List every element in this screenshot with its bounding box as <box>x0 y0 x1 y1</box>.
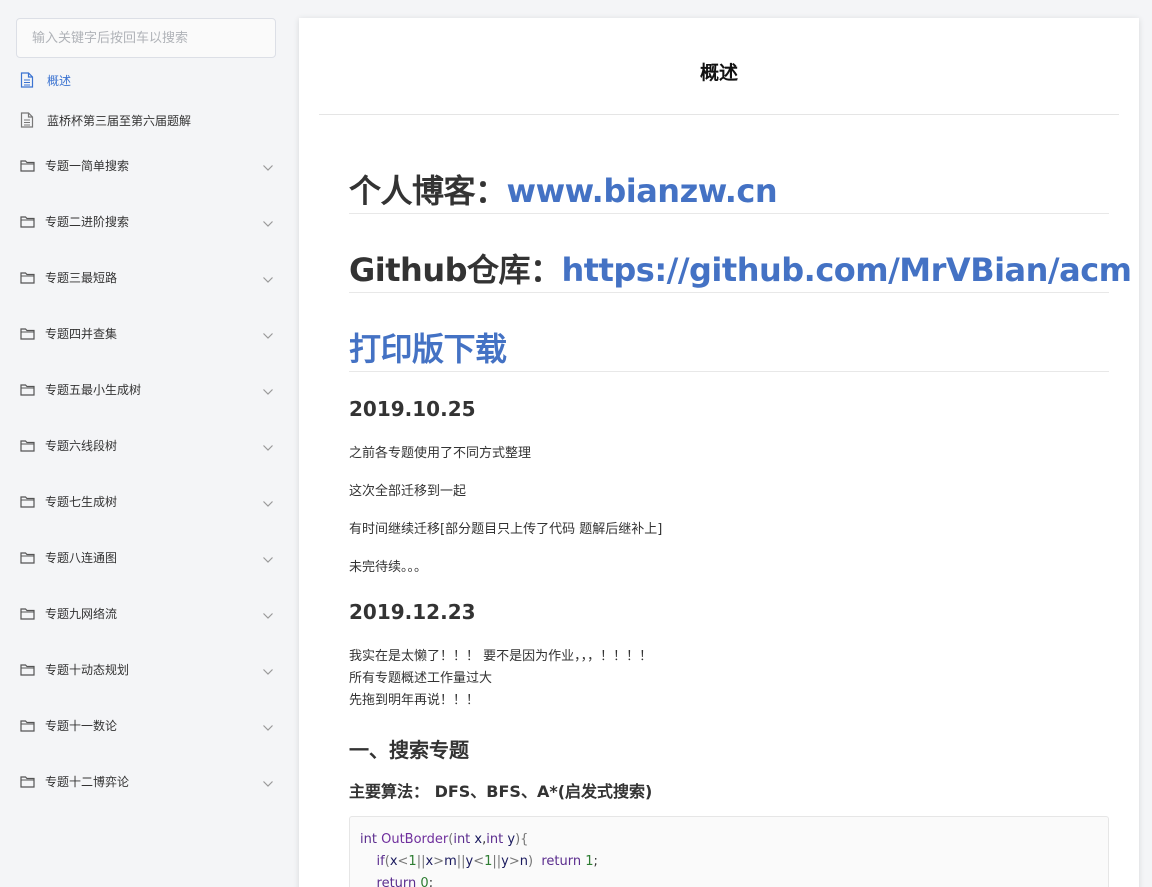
sidebar-folder-label: 专题九网络流 <box>45 606 118 621</box>
sidebar: 概述 蓝桥杯第三届至第六届题解 专题一简单搜索专题二进阶搜索专题三最短路专题四并… <box>0 0 292 887</box>
sidebar-folder-label: 专题五最小生成树 <box>45 382 142 397</box>
folder-icon <box>20 271 35 284</box>
code-line: if(x<1||x>m||y<1||y>n) return 1; <box>376 854 598 869</box>
download-link[interactable]: 打印版下载 <box>349 330 507 368</box>
sidebar-folder[interactable]: 专题七生成树 <box>20 489 276 513</box>
sidebar-folder-label: 专题一简单搜索 <box>45 158 130 173</box>
sidebar-folder[interactable]: 专题十二博弈论 <box>20 769 276 793</box>
sidebar-folder-label: 专题十一数论 <box>45 718 118 733</box>
folder-icon <box>20 607 35 620</box>
paragraph: 之前各专题使用了不同方式整理 <box>349 446 532 461</box>
chevron-down-icon[interactable] <box>262 497 274 507</box>
folder-icon <box>20 775 35 788</box>
chevron-down-icon[interactable] <box>262 329 274 339</box>
folder-icon <box>20 551 35 564</box>
paragraph: 这次全部迁移到一起 <box>349 484 467 499</box>
sidebar-folder[interactable]: 专题五最小生成树 <box>20 377 276 401</box>
github-link[interactable]: https://github.com/MrVBian/acm <box>562 251 1133 289</box>
code-line: int OutBorder(int x,int y){ <box>360 832 529 847</box>
github-heading: Github仓库：https://github.com/MrVBian/acm <box>349 245 1132 291</box>
document-icon <box>20 112 34 128</box>
sidebar-folder-label: 专题八连通图 <box>45 550 118 565</box>
folder-icon <box>20 383 35 396</box>
sidebar-folder-label: 专题十二博弈论 <box>45 774 130 789</box>
algorithm-heading: 主要算法： DFS、BFS、A*(启发式搜索) <box>349 782 653 801</box>
sidebar-folder[interactable]: 专题十一数论 <box>20 713 276 737</box>
folder-icon <box>20 439 35 452</box>
content-panel: 概述 个人博客：www.bianzw.cn Github仓库：https://g… <box>299 18 1139 887</box>
heading-divider <box>349 292 1109 293</box>
sidebar-folder[interactable]: 专题十动态规划 <box>20 657 276 681</box>
sidebar-folder-label: 专题六线段树 <box>45 438 118 453</box>
folder-icon <box>20 719 35 732</box>
chevron-down-icon[interactable] <box>262 777 274 787</box>
sidebar-folder[interactable]: 专题九网络流 <box>20 601 276 625</box>
blog-heading: 个人博客：www.bianzw.cn <box>349 166 778 212</box>
folder-icon <box>20 327 35 340</box>
sidebar-item-label: 蓝桥杯第三届至第六届题解 <box>47 113 192 128</box>
blog-prefix: 个人博客： <box>349 172 507 210</box>
download-heading: 打印版下载 <box>349 324 507 370</box>
sidebar-folder-label: 专题十动态规划 <box>45 662 130 677</box>
folder-icon <box>20 663 35 676</box>
heading-divider <box>349 213 1109 214</box>
chevron-down-icon[interactable] <box>262 553 274 563</box>
chevron-down-icon[interactable] <box>262 665 274 675</box>
folder-icon <box>20 215 35 228</box>
sidebar-item-overview[interactable]: 概述 <box>20 69 71 91</box>
paragraph: 所有专题概述工作量过大 <box>349 671 493 686</box>
folder-icon <box>20 495 35 508</box>
sidebar-folder[interactable]: 专题六线段树 <box>20 433 276 457</box>
chevron-down-icon[interactable] <box>262 217 274 227</box>
page-title: 概述 <box>699 62 738 84</box>
title-divider <box>319 114 1119 115</box>
chevron-down-icon[interactable] <box>262 273 274 283</box>
sidebar-folder-label: 专题七生成树 <box>45 494 118 509</box>
sidebar-folder-label: 专题四并查集 <box>45 326 118 341</box>
chevron-down-icon[interactable] <box>262 721 274 731</box>
paragraph: 有时间继续迁移[部分题目只上传了代码 题解后继补上] <box>349 522 663 537</box>
date-heading: 2019.12.23 <box>349 600 476 624</box>
sidebar-item-label: 概述 <box>47 73 72 88</box>
folder-icon <box>20 159 35 172</box>
code-line: return 0; <box>376 876 434 887</box>
heading-divider <box>349 371 1109 372</box>
search-input[interactable] <box>16 18 276 58</box>
sidebar-folder-label: 专题三最短路 <box>45 270 118 285</box>
paragraph: 先拖到明年再说！！！ <box>349 693 480 708</box>
chevron-down-icon[interactable] <box>262 609 274 619</box>
blog-link[interactable]: www.bianzw.cn <box>507 172 778 210</box>
sidebar-folder[interactable]: 专题三最短路 <box>20 265 276 289</box>
sidebar-folder[interactable]: 专题四并查集 <box>20 321 276 345</box>
github-prefix: Github仓库： <box>349 251 562 289</box>
paragraph: 我实在是太懒了！！！ 要不是因为作业，，，！！！！ <box>349 649 653 664</box>
code-block: int OutBorder(int x,int y){ if(x<1||x>m|… <box>349 816 1109 887</box>
sidebar-item-lanqiao[interactable]: 蓝桥杯第三届至第六届题解 <box>20 109 191 131</box>
sidebar-folder[interactable]: 专题二进阶搜索 <box>20 209 276 233</box>
paragraph: 未完待续。。。 <box>349 560 428 575</box>
document-icon <box>20 72 34 88</box>
chevron-down-icon[interactable] <box>262 385 274 395</box>
date-heading: 2019.10.25 <box>349 397 476 421</box>
section-heading: 一、搜索专题 <box>349 738 469 762</box>
chevron-down-icon[interactable] <box>262 161 274 171</box>
sidebar-folder-label: 专题二进阶搜索 <box>45 214 130 229</box>
chevron-down-icon[interactable] <box>262 441 274 451</box>
sidebar-folder[interactable]: 专题一简单搜索 <box>20 153 276 177</box>
sidebar-folder[interactable]: 专题八连通图 <box>20 545 276 569</box>
